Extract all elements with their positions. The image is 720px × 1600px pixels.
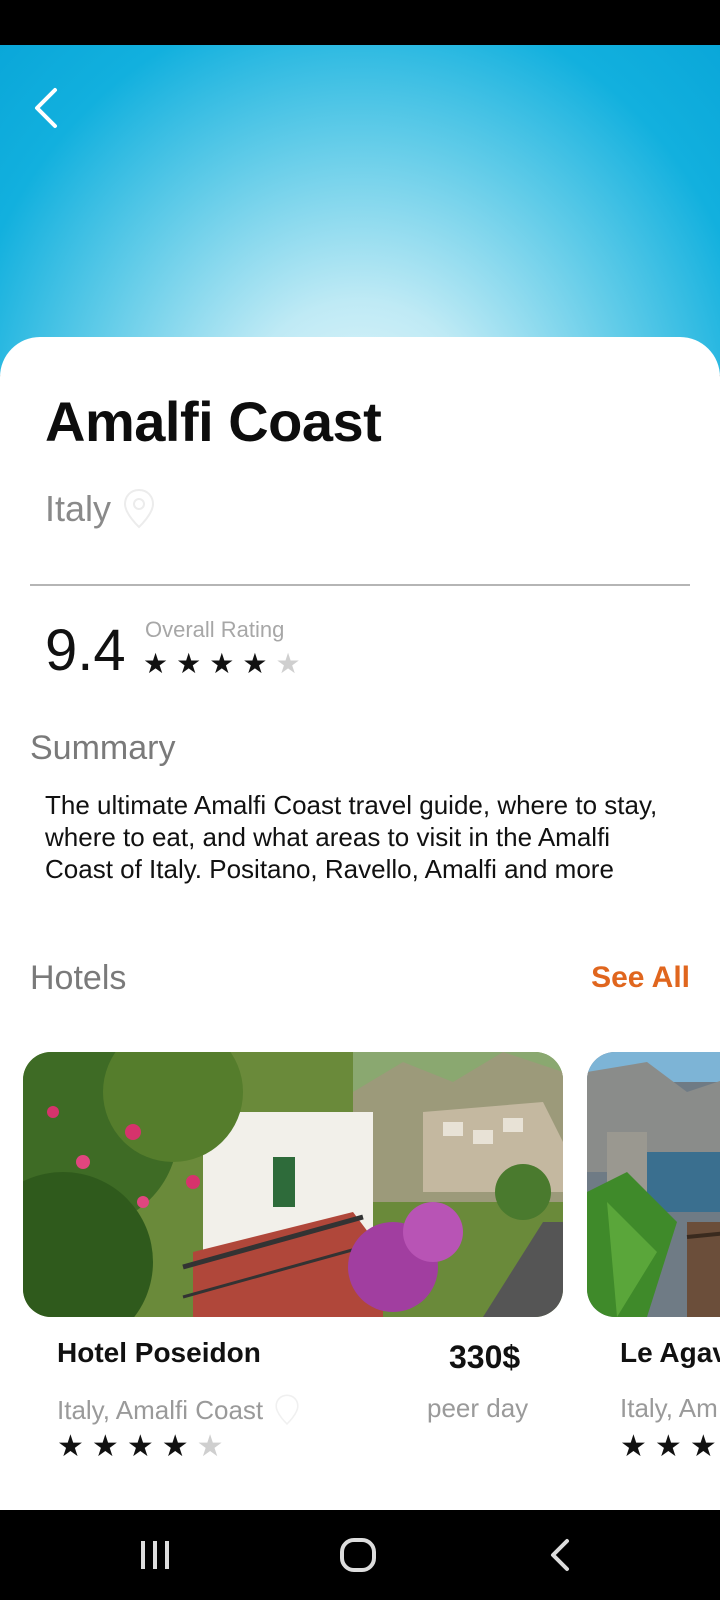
star-icon: ★ — [126, 1430, 154, 1463]
recent-apps-icon — [141, 1541, 169, 1569]
hotel-photo — [587, 1052, 720, 1317]
hero-image — [0, 45, 720, 375]
system-nav-bar — [0, 1510, 720, 1600]
hotel-price: 330$ — [449, 1339, 521, 1375]
hotel-location: Italy, Amalfi Coast — [57, 1393, 301, 1427]
rating-label: Overall Rating — [145, 617, 285, 642]
summary-text: The ultimate Amalfi Coast travel guide, … — [45, 790, 658, 884]
hotel-price-unit: peer day — [427, 1393, 529, 1423]
star-icon: ★ — [209, 648, 235, 679]
rating-value: 9.4 — [45, 618, 126, 683]
star-empty-icon: ★ — [275, 648, 301, 679]
hotel-name[interactable]: Le Agav — [620, 1337, 720, 1369]
page-title: Amalfi Coast — [45, 390, 382, 453]
country-label: Italy — [45, 488, 112, 529]
recent-apps-button[interactable] — [125, 1530, 185, 1580]
home-button[interactable] — [328, 1530, 388, 1580]
star-icon: ★ — [161, 1430, 189, 1463]
star-empty-icon: ★ — [196, 1430, 224, 1463]
star-icon: ★ — [91, 1430, 119, 1463]
hotel-location-label: Italy, Amalfi Coast — [57, 1394, 264, 1425]
hotels-heading: Hotels — [30, 959, 127, 997]
summary-heading: Summary — [30, 729, 176, 767]
hotel-location-label: Italy, Am — [620, 1393, 718, 1423]
star-icon: ★ — [620, 1430, 647, 1463]
star-icon: ★ — [689, 1430, 717, 1463]
hotel-photo — [23, 1052, 563, 1317]
hotel-card-image[interactable] — [23, 1052, 563, 1317]
star-icon: ★ — [57, 1430, 84, 1463]
rating-stars: ★ ★ ★ ★ ★ — [143, 647, 301, 681]
back-button[interactable] — [26, 83, 66, 133]
hotel-rating-stars: ★ ★ ★ — [620, 1430, 717, 1464]
location-pin-icon — [275, 1394, 299, 1425]
hotel-location: Italy, Am — [620, 1393, 718, 1424]
see-all-link[interactable]: See All — [591, 961, 690, 995]
chevron-left-icon — [35, 88, 57, 128]
star-icon: ★ — [143, 648, 169, 679]
star-icon: ★ — [176, 648, 202, 679]
star-icon: ★ — [654, 1430, 682, 1463]
location-row: Italy — [45, 487, 157, 531]
hotel-rating-stars: ★ ★ ★ ★ ★ — [57, 1430, 224, 1464]
details-sheet: Amalfi Coast Italy 9.4 Overall Rating ★ … — [0, 337, 720, 1510]
divider — [30, 584, 690, 586]
hotel-name[interactable]: Hotel Poseidon — [57, 1337, 261, 1369]
home-icon — [340, 1538, 376, 1572]
hotel-card-image[interactable] — [587, 1052, 720, 1317]
nav-back-button[interactable] — [530, 1530, 590, 1580]
chevron-left-icon — [551, 1539, 569, 1571]
star-icon: ★ — [242, 648, 268, 679]
status-bar — [0, 0, 720, 45]
location-pin-icon — [124, 488, 155, 529]
